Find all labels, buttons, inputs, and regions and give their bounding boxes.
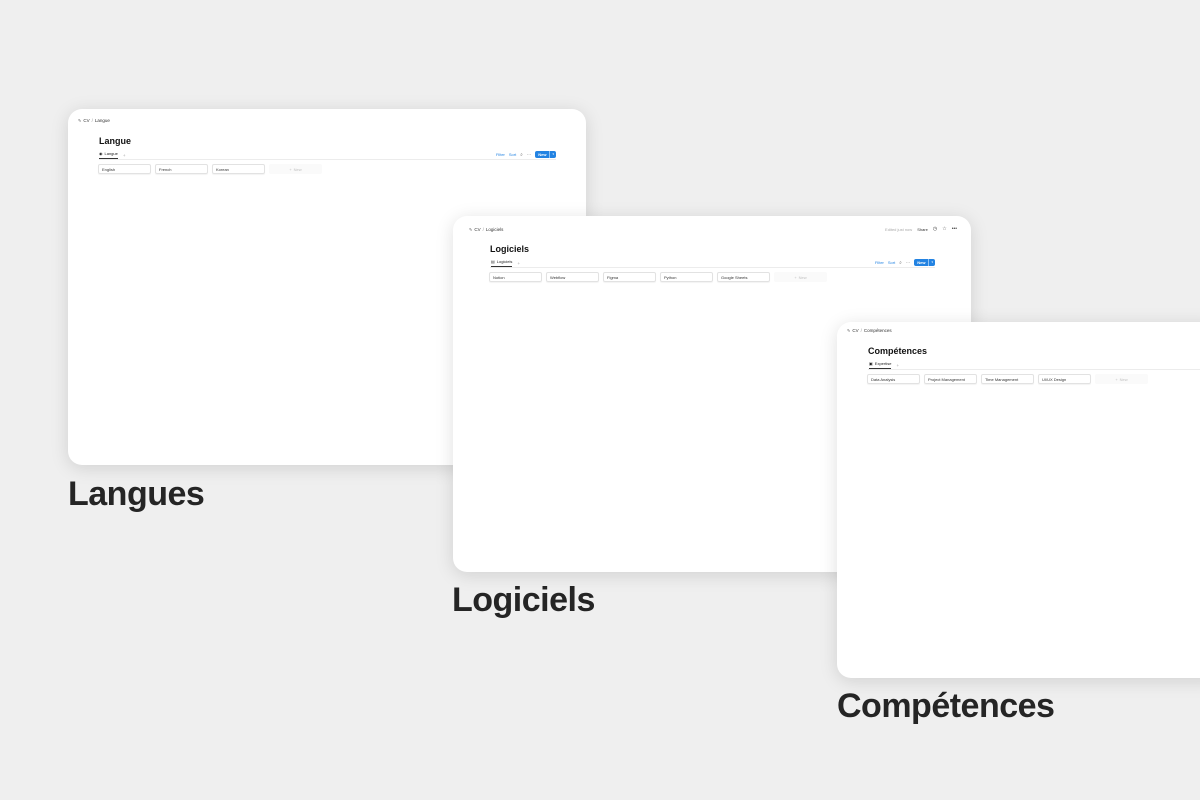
add-group-label: New bbox=[1119, 376, 1128, 382]
breadcrumb: ✎ CV / Logiciels bbox=[469, 227, 503, 232]
add-group-button[interactable]: + New bbox=[269, 164, 322, 174]
new-button[interactable]: New ▾ bbox=[914, 259, 935, 266]
board-column-google-sheets[interactable]: Google Sheets bbox=[717, 272, 770, 282]
competences-window: ✎ CV / Compétences Compétences ▣ Experti… bbox=[837, 322, 1200, 678]
add-view-button[interactable]: + bbox=[896, 363, 899, 368]
topbar-actions: Edited just now Share ◷ ☆ ••• bbox=[885, 226, 957, 232]
more-icon[interactable]: ··· bbox=[527, 152, 532, 157]
tab-label: Expertise bbox=[874, 361, 892, 366]
board-column-ui-ux-design[interactable]: UI/UX Design bbox=[1038, 374, 1091, 384]
board-column-figma[interactable]: Figma bbox=[603, 272, 656, 282]
breadcrumb: ✎ CV / Compétences bbox=[847, 328, 892, 333]
table-icon: ▤ bbox=[491, 259, 495, 264]
plus-icon: + bbox=[794, 274, 797, 280]
board-column-korean[interactable]: Korean bbox=[212, 164, 265, 174]
caption-langues: Langues bbox=[68, 475, 205, 513]
board-column-webflow[interactable]: Webflow bbox=[546, 272, 599, 282]
breadcrumb-item-cv[interactable]: CV bbox=[83, 118, 89, 123]
tab-label: Langue bbox=[104, 151, 118, 156]
board-column-french[interactable]: French bbox=[155, 164, 208, 174]
tab-langue[interactable]: ◉ Langue bbox=[99, 151, 118, 159]
star-icon[interactable]: ☆ bbox=[942, 226, 946, 232]
sort-button[interactable]: Sort bbox=[888, 260, 895, 265]
breadcrumb-item-logiciels[interactable]: Logiciels bbox=[486, 227, 504, 232]
edited-status: Edited just now bbox=[885, 226, 913, 232]
add-group-label: New bbox=[293, 166, 302, 172]
breadcrumb-item-langue[interactable]: Langue bbox=[95, 118, 110, 123]
database-toolbar: Filter Sort ⌕ ··· New ▾ bbox=[875, 259, 935, 266]
add-group-button[interactable]: + New bbox=[774, 272, 827, 282]
view-tabs: ◉ Langue + bbox=[99, 151, 126, 159]
add-group-button[interactable]: + New bbox=[1095, 374, 1148, 384]
tab-logiciels[interactable]: ▤ Logiciels bbox=[491, 259, 513, 267]
board-column-english[interactable]: English bbox=[98, 164, 151, 174]
board: Data Analysis Project Management Time Ma… bbox=[867, 374, 1148, 384]
board: Notion Webflow Figma Python Google Sheet… bbox=[489, 272, 827, 282]
divider bbox=[490, 267, 935, 268]
page-title: Compétences bbox=[868, 346, 928, 356]
board-column-python[interactable]: Python bbox=[660, 272, 713, 282]
plus-icon: + bbox=[1115, 376, 1118, 382]
board-column-time-management[interactable]: Time Management bbox=[981, 374, 1034, 384]
filter-button[interactable]: Filter bbox=[496, 152, 505, 157]
page-icon: ✎ bbox=[78, 118, 82, 123]
breadcrumb-item-cv[interactable]: CV bbox=[852, 328, 858, 333]
page-icon: ✎ bbox=[847, 328, 851, 333]
board: English French Korean + New bbox=[98, 164, 322, 174]
breadcrumb-separator: / bbox=[482, 227, 484, 232]
database-toolbar: Filter Sort ⌕ ··· New ▾ bbox=[496, 151, 556, 158]
breadcrumb: ✎ CV / Langue bbox=[78, 118, 110, 123]
caption-competences: Compétences bbox=[837, 687, 1055, 725]
add-view-button[interactable]: + bbox=[123, 153, 126, 158]
share-button[interactable]: Share bbox=[917, 227, 928, 232]
chevron-down-icon[interactable]: ▾ bbox=[928, 259, 935, 266]
caption-logiciels: Logiciels bbox=[452, 581, 595, 619]
more-icon[interactable]: ··· bbox=[906, 260, 911, 265]
search-icon[interactable]: ⌕ bbox=[899, 260, 902, 265]
page-icon: ✎ bbox=[469, 227, 473, 232]
breadcrumb-separator: / bbox=[91, 118, 93, 123]
board-column-data-analysis[interactable]: Data Analysis bbox=[867, 374, 920, 384]
new-button[interactable]: New ▾ bbox=[535, 151, 556, 158]
page-title: Logiciels bbox=[490, 244, 530, 254]
chevron-down-icon[interactable]: ▾ bbox=[549, 151, 556, 158]
breadcrumb-item-cv[interactable]: CV bbox=[474, 227, 480, 232]
tab-expertise[interactable]: ▣ Expertise bbox=[869, 361, 892, 369]
view-tabs: ▤ Logiciels + bbox=[491, 259, 520, 267]
book-icon: ▣ bbox=[869, 361, 873, 366]
tab-label: Logiciels bbox=[496, 259, 513, 264]
page-title: Langue bbox=[99, 136, 132, 146]
plus-icon: + bbox=[289, 166, 292, 172]
sort-button[interactable]: Sort bbox=[509, 152, 516, 157]
add-group-label: New bbox=[798, 274, 807, 280]
divider bbox=[99, 159, 556, 160]
more-icon[interactable]: ••• bbox=[952, 226, 957, 232]
add-view-button[interactable]: + bbox=[517, 261, 520, 266]
breadcrumb-item-competences[interactable]: Compétences bbox=[864, 328, 892, 333]
board-column-notion[interactable]: Notion bbox=[489, 272, 542, 282]
globe-icon: ◉ bbox=[99, 151, 103, 156]
filter-button[interactable]: Filter bbox=[875, 260, 884, 265]
new-button-label: New bbox=[917, 260, 926, 265]
clock-icon[interactable]: ◷ bbox=[933, 226, 937, 232]
board-column-project-management[interactable]: Project Management bbox=[924, 374, 977, 384]
new-button-label: New bbox=[538, 152, 547, 157]
divider bbox=[868, 369, 1200, 370]
breadcrumb-separator: / bbox=[860, 328, 862, 333]
view-tabs: ▣ Expertise + bbox=[869, 361, 899, 369]
search-icon[interactable]: ⌕ bbox=[520, 152, 523, 157]
